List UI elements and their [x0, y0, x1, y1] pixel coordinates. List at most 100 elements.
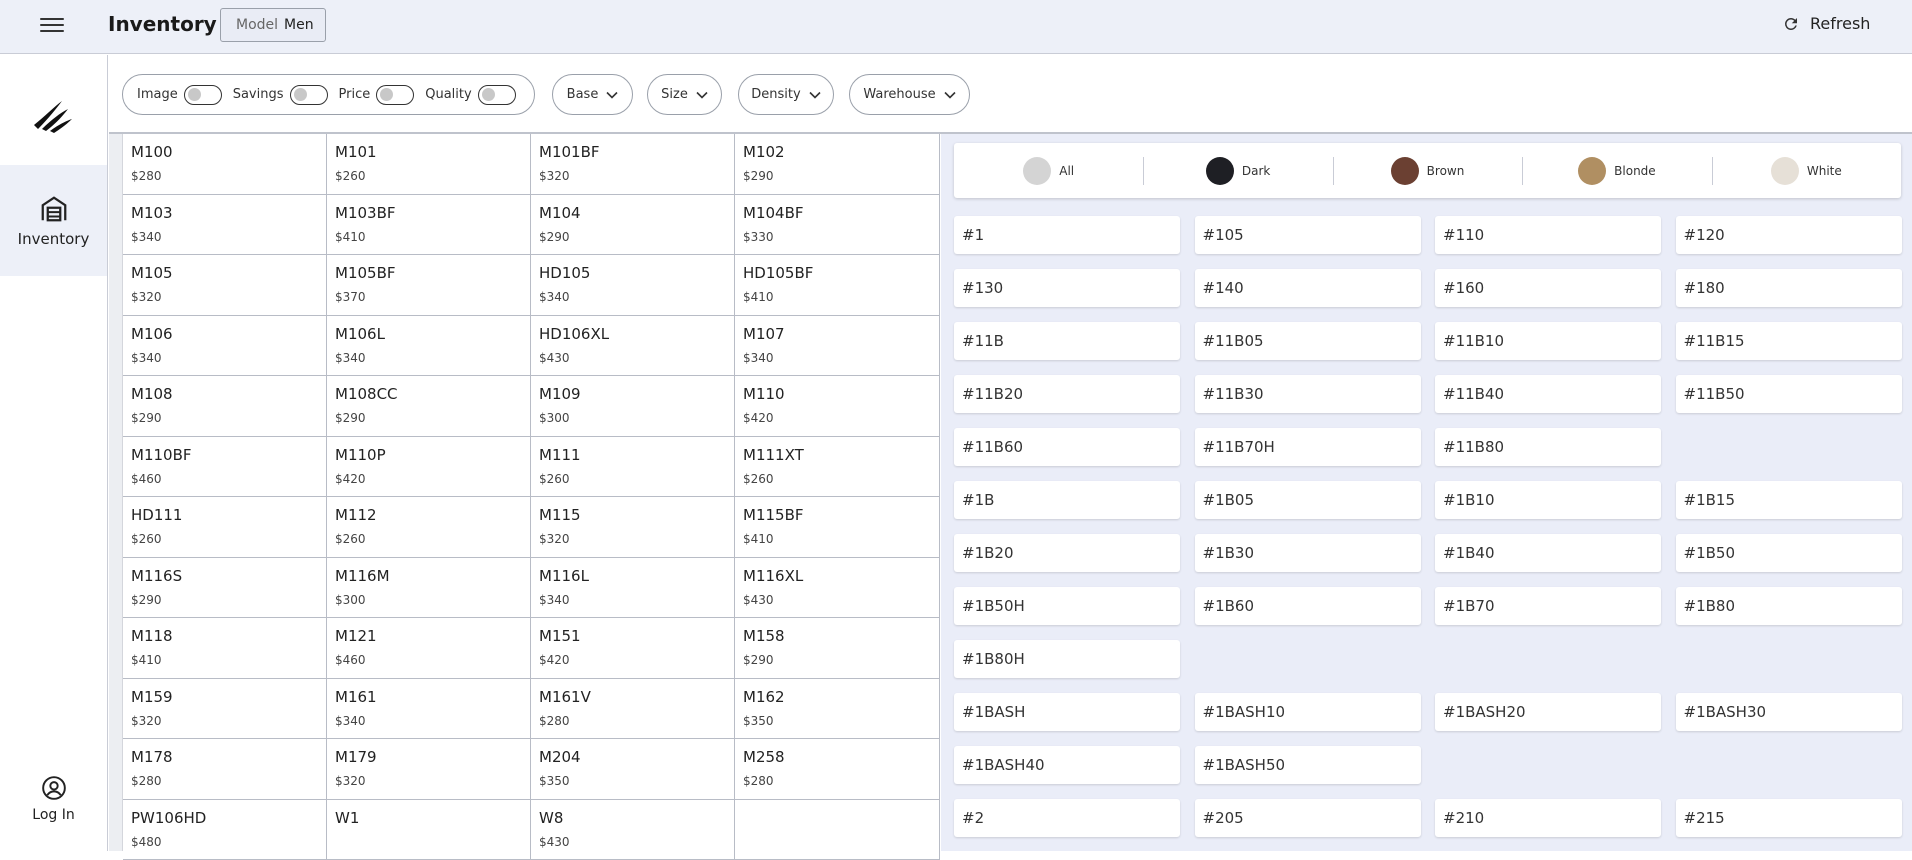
table-cell[interactable]: M158$290: [735, 618, 940, 679]
table-cell[interactable]: HD106XL$430: [531, 316, 735, 377]
size-dropdown[interactable]: Size: [647, 74, 722, 115]
table-cell[interactable]: HD105$340: [531, 255, 735, 316]
color-code-button[interactable]: #120: [1676, 216, 1902, 254]
table-cell[interactable]: M101BF$320: [531, 134, 735, 195]
color-code-button[interactable]: #1B40: [1435, 534, 1661, 572]
table-cell[interactable]: M121$460: [327, 618, 531, 679]
color-code-button[interactable]: #11B15: [1676, 322, 1902, 360]
quality-toggle[interactable]: Quality: [425, 85, 515, 105]
table-cell[interactable]: HD111$260: [123, 497, 327, 558]
color-code-button[interactable]: #205: [1195, 799, 1421, 837]
color-code-button[interactable]: #1: [954, 216, 1180, 254]
color-code-button[interactable]: #11B40: [1435, 375, 1661, 413]
table-cell[interactable]: M111$260: [531, 437, 735, 498]
color-code-button[interactable]: #215: [1676, 799, 1902, 837]
table-cell[interactable]: M116S$290: [123, 558, 327, 619]
color-code-button[interactable]: #1B15: [1676, 481, 1902, 519]
table-cell[interactable]: M109$300: [531, 376, 735, 437]
color-code-button[interactable]: #130: [954, 269, 1180, 307]
toggle-switch[interactable]: [478, 85, 516, 105]
table-cell[interactable]: M103$340: [123, 195, 327, 256]
table-cell[interactable]: M118$410: [123, 618, 327, 679]
color-code-button[interactable]: #1BASH: [954, 693, 1180, 731]
table-cell[interactable]: M204$350: [531, 739, 735, 800]
color-code-button[interactable]: #180: [1676, 269, 1902, 307]
table-cell[interactable]: M106L$340: [327, 316, 531, 377]
color-code-button[interactable]: #110: [1435, 216, 1661, 254]
table-cell[interactable]: M110P$420: [327, 437, 531, 498]
color-code-button[interactable]: #1B80: [1676, 587, 1902, 625]
color-code-button[interactable]: #1BASH10: [1195, 693, 1421, 731]
table-cell[interactable]: M115BF$410: [735, 497, 940, 558]
swatch-dark[interactable]: Dark: [1143, 156, 1332, 186]
table-cell[interactable]: M104BF$330: [735, 195, 940, 256]
table-cell[interactable]: M151$420: [531, 618, 735, 679]
table-cell[interactable]: M162$350: [735, 679, 940, 740]
color-code-button[interactable]: #1B10: [1435, 481, 1661, 519]
table-cell[interactable]: M115$320: [531, 497, 735, 558]
table-cell[interactable]: M161$340: [327, 679, 531, 740]
base-dropdown[interactable]: Base: [552, 74, 633, 115]
table-cell[interactable]: M104$290: [531, 195, 735, 256]
table-cell[interactable]: M105$320: [123, 255, 327, 316]
table-cell[interactable]: M108$290: [123, 376, 327, 437]
table-cell[interactable]: M116XL$430: [735, 558, 940, 619]
warehouse-dropdown[interactable]: Warehouse: [849, 74, 970, 115]
table-cell[interactable]: M116M$300: [327, 558, 531, 619]
color-code-button[interactable]: #210: [1435, 799, 1661, 837]
color-code-button[interactable]: #11B80: [1435, 428, 1661, 466]
color-code-button[interactable]: #160: [1435, 269, 1661, 307]
color-code-button[interactable]: #11B50: [1676, 375, 1902, 413]
color-code-button[interactable]: #11B30: [1195, 375, 1421, 413]
table-cell[interactable]: M161V$280: [531, 679, 735, 740]
table-cell[interactable]: M105BF$370: [327, 255, 531, 316]
color-code-button[interactable]: #2: [954, 799, 1180, 837]
color-code-button[interactable]: #1B05: [1195, 481, 1421, 519]
color-code-button[interactable]: #11B10: [1435, 322, 1661, 360]
image-toggle[interactable]: Image: [137, 85, 222, 105]
swatch-brown[interactable]: Brown: [1333, 156, 1522, 186]
color-code-button[interactable]: #1B80H: [954, 640, 1180, 678]
color-code-button[interactable]: #1BASH50: [1195, 746, 1421, 784]
toggle-switch[interactable]: [376, 85, 414, 105]
table-cell[interactable]: M100$280: [123, 134, 327, 195]
toggle-switch[interactable]: [184, 85, 222, 105]
color-code-button[interactable]: #11B05: [1195, 322, 1421, 360]
color-code-button[interactable]: #11B: [954, 322, 1180, 360]
color-code-button[interactable]: #11B20: [954, 375, 1180, 413]
table-cell[interactable]: M111XT$260: [735, 437, 940, 498]
price-toggle[interactable]: Price: [339, 85, 415, 105]
table-cell[interactable]: M179$320: [327, 739, 531, 800]
table-cell[interactable]: M106$340: [123, 316, 327, 377]
swatch-white[interactable]: White: [1712, 156, 1901, 186]
table-cell[interactable]: M112$260: [327, 497, 531, 558]
color-code-button[interactable]: #1B30: [1195, 534, 1421, 572]
table-cell[interactable]: M110$420: [735, 376, 940, 437]
color-code-button[interactable]: #1B70: [1435, 587, 1661, 625]
swatch-all[interactable]: All: [954, 156, 1143, 186]
color-code-button[interactable]: #1B50: [1676, 534, 1902, 572]
table-cell[interactable]: M107$340: [735, 316, 940, 377]
color-code-button[interactable]: #1BASH30: [1676, 693, 1902, 731]
table-cell[interactable]: M102$290: [735, 134, 940, 195]
toggle-switch[interactable]: [290, 85, 328, 105]
density-dropdown[interactable]: Density: [738, 74, 834, 115]
model-selector[interactable]: Model Men: [220, 8, 326, 42]
swatch-blonde[interactable]: Blonde: [1522, 156, 1711, 186]
color-code-button[interactable]: #1B50H: [954, 587, 1180, 625]
table-cell[interactable]: M101$260: [327, 134, 531, 195]
color-code-button[interactable]: #105: [1195, 216, 1421, 254]
color-code-button[interactable]: #1BASH40: [954, 746, 1180, 784]
table-cell[interactable]: M178$280: [123, 739, 327, 800]
sidebar-item-inventory[interactable]: Inventory: [0, 165, 107, 276]
savings-toggle[interactable]: Savings: [233, 85, 328, 105]
color-code-button[interactable]: #1B20: [954, 534, 1180, 572]
color-code-button[interactable]: #11B70H: [1195, 428, 1421, 466]
color-code-button[interactable]: #1B60: [1195, 587, 1421, 625]
table-cell[interactable]: M108CC$290: [327, 376, 531, 437]
color-code-button[interactable]: #1B: [954, 481, 1180, 519]
table-cell[interactable]: M159$320: [123, 679, 327, 740]
table-cell[interactable]: M258$280: [735, 739, 940, 800]
color-code-button[interactable]: #11B60: [954, 428, 1180, 466]
color-code-button[interactable]: #140: [1195, 269, 1421, 307]
